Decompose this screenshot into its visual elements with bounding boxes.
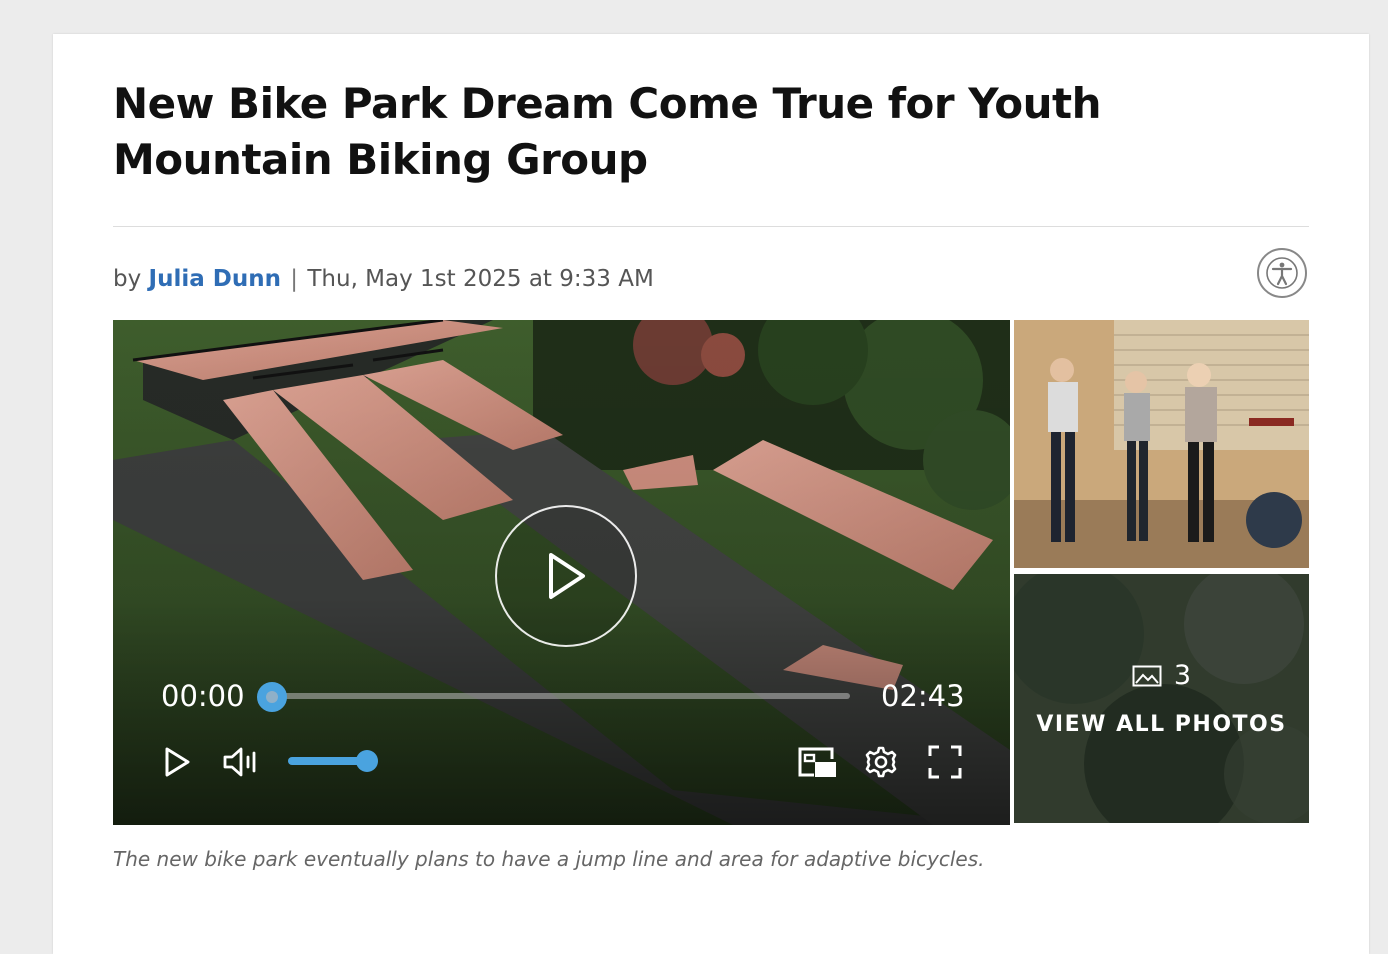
volume-slider[interactable] xyxy=(288,757,366,765)
thumbnail-overlay xyxy=(1014,574,1309,823)
picture-in-picture-icon xyxy=(798,747,836,777)
accessibility-button[interactable] xyxy=(1257,248,1307,298)
publish-date: Thu, May 1st 2025 at 9:33 AM xyxy=(307,266,654,292)
author-link[interactable]: Julia Dunn xyxy=(149,266,281,292)
gallery-thumbnail[interactable] xyxy=(1014,320,1309,568)
fullscreen-button[interactable] xyxy=(923,740,967,784)
byline-separator: | xyxy=(290,266,299,292)
accessibility-icon xyxy=(1266,257,1298,289)
current-time: 00:00 xyxy=(161,679,245,713)
divider xyxy=(113,226,1309,227)
big-play-button[interactable] xyxy=(495,505,637,647)
gallery-photo xyxy=(1014,320,1309,568)
image-icon xyxy=(1132,665,1162,686)
byline: by Julia Dunn | Thu, May 1st 2025 at 9:3… xyxy=(113,262,654,296)
gear-icon xyxy=(865,746,897,778)
fullscreen-icon xyxy=(928,745,962,779)
progress-bar[interactable] xyxy=(273,693,850,699)
photo-count-value: 3 xyxy=(1173,660,1192,691)
article-headline: New Bike Park Dream Come True for Youth … xyxy=(113,79,1102,184)
mute-button[interactable] xyxy=(219,740,263,784)
progress-handle[interactable] xyxy=(257,682,287,712)
volume-handle[interactable] xyxy=(356,750,378,772)
view-all-photos-button[interactable]: 3 VIEW ALL PHOTOS xyxy=(1014,574,1309,823)
view-all-photos-label: VIEW ALL PHOTOS xyxy=(1036,712,1287,737)
photo-count: 3 xyxy=(1014,660,1309,691)
video-player[interactable]: 00:00 02:43 xyxy=(113,320,1010,825)
duration: 02:43 xyxy=(881,679,965,713)
play-icon xyxy=(165,747,190,777)
pip-button[interactable] xyxy=(795,740,839,784)
article-card: New Bike Park Dream Come True for Youth … xyxy=(53,34,1369,954)
play-icon xyxy=(549,553,585,599)
video-caption: The new bike park eventually plans to ha… xyxy=(113,847,985,871)
settings-button[interactable] xyxy=(859,740,903,784)
play-button[interactable] xyxy=(155,740,199,784)
volume-icon xyxy=(223,747,256,777)
byline-prefix: by xyxy=(113,266,142,292)
